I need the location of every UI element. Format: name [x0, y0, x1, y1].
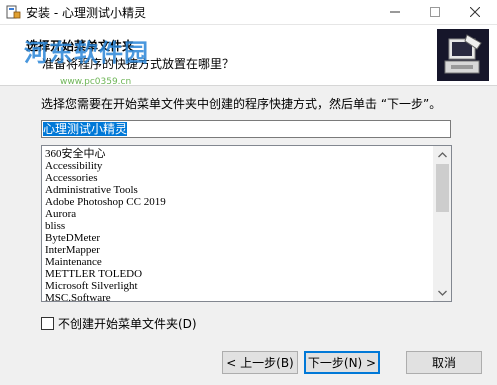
- close-icon: [470, 7, 480, 17]
- folder-list-item[interactable]: Accessibility: [45, 160, 433, 172]
- back-button[interactable]: < 上一步(B): [222, 351, 298, 374]
- maximize-button[interactable]: [415, 0, 455, 24]
- next-button[interactable]: 下一步(N) >: [304, 351, 380, 374]
- folder-list-item[interactable]: Maintenance: [45, 256, 433, 268]
- folder-list-items: 360安全中心 Accessibility Accessories Administr…: [45, 148, 433, 301]
- folder-list-item[interactable]: bliss: [45, 220, 433, 232]
- folder-list-item[interactable]: Microsoft Silverlight: [45, 280, 433, 292]
- folder-list-item[interactable]: Adobe Photoshop CC 2019: [45, 196, 433, 208]
- folder-list-item[interactable]: ByteDMeter: [45, 232, 433, 244]
- title-bar: 安装 - 心理测试小精灵: [0, 0, 497, 25]
- watermark-url: www.pc0359.cn: [60, 77, 132, 87]
- folder-name-input[interactable]: 心理测试小精灵: [41, 120, 451, 138]
- chevron-up-icon: [438, 151, 447, 157]
- watermark-logo: 河东软件园: [24, 39, 149, 67]
- folder-list-item[interactable]: 360安全中心: [45, 148, 433, 160]
- minimize-button[interactable]: [375, 0, 415, 24]
- folder-list-item[interactable]: Administrative Tools: [45, 184, 433, 196]
- folder-list-item[interactable]: Accessories: [45, 172, 433, 184]
- scroll-up-button[interactable]: [434, 146, 451, 163]
- cancel-button[interactable]: 取消: [406, 351, 482, 374]
- setup-app-icon: [6, 5, 21, 19]
- no-folder-option[interactable]: 不创建开始菜单文件夹(D): [41, 316, 197, 331]
- folder-name-value: 心理测试小精灵: [43, 122, 128, 136]
- start-menu-folder-list[interactable]: 360安全中心 Accessibility Accessories Administr…: [41, 145, 452, 302]
- minimize-icon: [390, 11, 400, 13]
- list-scrollbar[interactable]: [433, 146, 451, 301]
- folder-list-item[interactable]: METTLER TOLEDO: [45, 268, 433, 280]
- wizard-header: 选择开始菜单文件夹 准备将程序的快捷方式放置在哪里？ 河东软件园 www.pc0…: [0, 25, 497, 87]
- scroll-thumb[interactable]: [436, 164, 449, 212]
- folder-list-item[interactable]: MSC.Software: [45, 292, 433, 301]
- folder-list-item[interactable]: Aurora: [45, 208, 433, 220]
- window-title: 安装 - 心理测试小精灵: [26, 6, 146, 20]
- no-folder-label: 不创建开始菜单文件夹(D): [58, 316, 197, 331]
- scroll-down-button[interactable]: [434, 284, 451, 301]
- wizard-computer-icon: [437, 29, 489, 81]
- no-folder-checkbox[interactable]: [41, 316, 54, 330]
- maximize-icon: [430, 7, 440, 17]
- chevron-down-icon: [438, 290, 447, 296]
- instruction-text: 选择您需要在开始菜单文件夹中创建的程序快捷方式，然后单击 “下一步”。: [41, 97, 442, 111]
- folder-list-item[interactable]: InterMapper: [45, 244, 433, 256]
- close-button[interactable]: [455, 0, 495, 24]
